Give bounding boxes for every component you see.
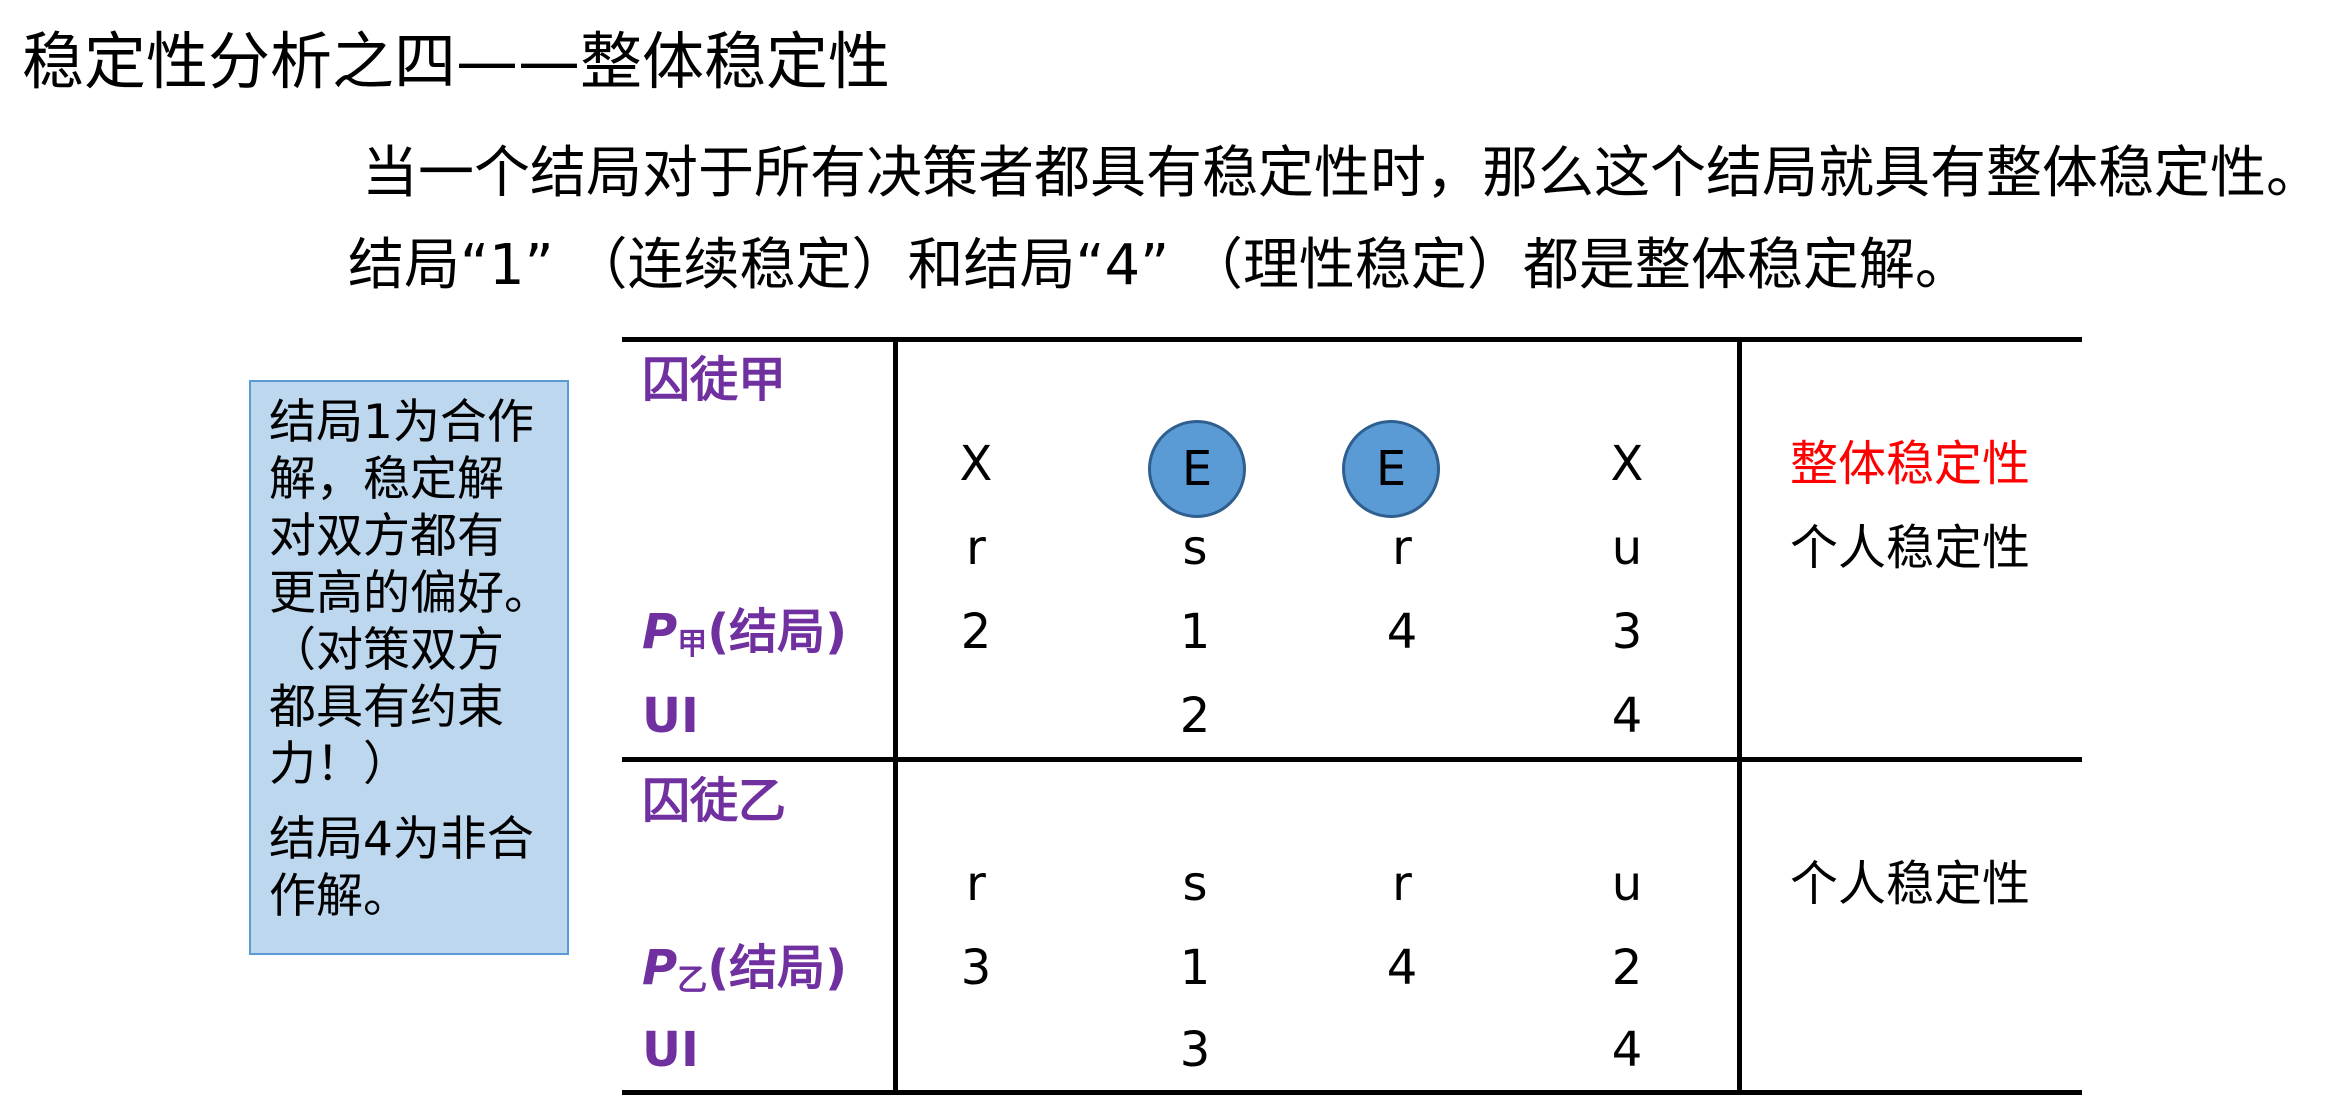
player-a-type-2: s <box>1182 520 1208 576</box>
global-stability-label: 整体稳定性 <box>1790 436 2031 492</box>
player-b-type-4: u <box>1611 856 1643 912</box>
preference-label-rest: (结局) <box>707 604 848 660</box>
player-a-preference-2: 1 <box>1179 604 1211 660</box>
player-b-type-2: s <box>1182 856 1208 912</box>
player-b-type-1: r <box>966 856 986 912</box>
player-b-ui-label: UI <box>642 1022 699 1078</box>
preference-p-letter: P <box>642 940 678 996</box>
player-b-ui-2: 3 <box>1179 1022 1211 1078</box>
stability-table: 囚徒甲 X E E X 整体稳定性 r s r u 个人稳定性 P甲(结局) 2… <box>0 0 2330 1116</box>
player-a-mark-2: E <box>1181 441 1213 497</box>
player-a-preference-1: 2 <box>960 604 992 660</box>
table-top-rule <box>622 337 2082 342</box>
player-a-preference-4: 3 <box>1611 604 1643 660</box>
player-b-preference-2: 1 <box>1179 940 1211 996</box>
player-b-preference-4: 2 <box>1611 940 1643 996</box>
player-a-mark-1: X <box>959 436 993 492</box>
player-a-preference-label: P甲(结局) <box>642 602 847 675</box>
table-bottom-rule <box>622 1090 2082 1095</box>
preference-subscript: 乙 <box>677 963 708 998</box>
player-a-type-3: r <box>1392 520 1412 576</box>
table-right-divider <box>1737 337 1742 1095</box>
preference-subscript: 甲 <box>677 627 708 662</box>
player-a-individual-stability-label: 个人稳定性 <box>1790 520 2031 576</box>
player-b-type-3: r <box>1392 856 1412 912</box>
player-b-preference-3: 4 <box>1386 940 1418 996</box>
preference-label-rest: (结局) <box>707 940 848 996</box>
player-b-name: 囚徒乙 <box>642 773 787 829</box>
player-b-ui-4: 4 <box>1611 1022 1643 1078</box>
player-a-ui-4: 4 <box>1611 688 1643 744</box>
player-a-ui-label: UI <box>642 688 699 744</box>
player-b-preference-label: P乙(结局) <box>642 938 847 1011</box>
equilibrium-circle: E <box>1342 420 1440 518</box>
player-a-mark-4: X <box>1610 436 1644 492</box>
player-a-type-1: r <box>966 520 986 576</box>
player-a-preference-3: 4 <box>1386 604 1418 660</box>
player-b-preference-1: 3 <box>960 940 992 996</box>
player-a-type-4: u <box>1611 520 1643 576</box>
player-a-ui-2: 2 <box>1179 688 1211 744</box>
equilibrium-circle: E <box>1148 420 1246 518</box>
table-left-divider <box>893 337 898 1095</box>
table-middle-rule <box>622 757 2082 762</box>
player-a-mark-3: E <box>1375 441 1407 497</box>
preference-p-letter: P <box>642 604 678 660</box>
player-a-name: 囚徒甲 <box>642 352 787 408</box>
player-b-individual-stability-label: 个人稳定性 <box>1790 856 2031 912</box>
